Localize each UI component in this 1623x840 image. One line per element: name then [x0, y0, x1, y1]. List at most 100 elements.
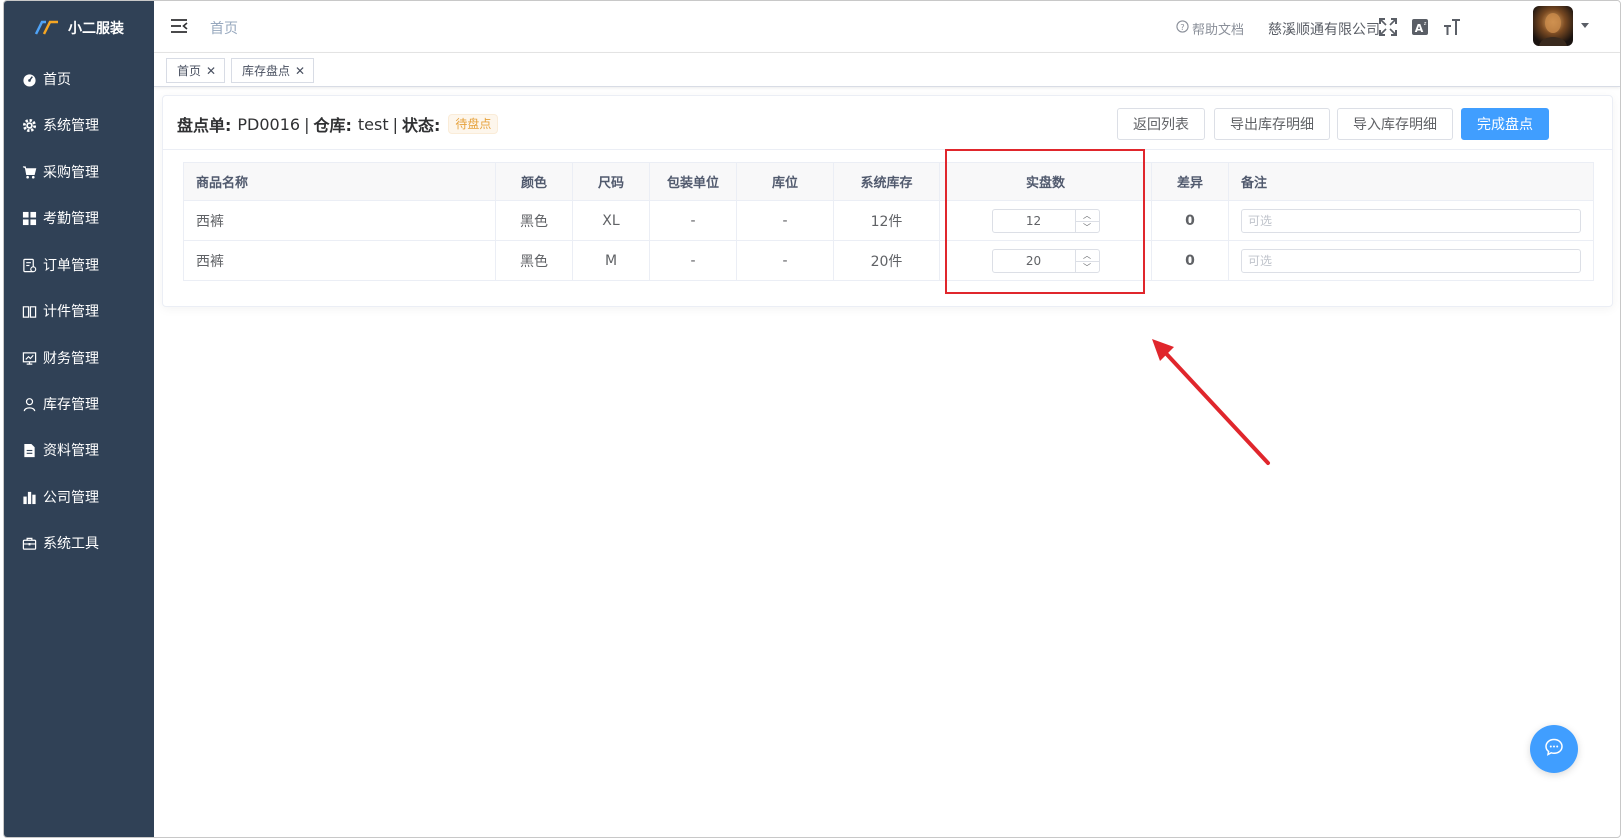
- font-size-icon[interactable]: [1442, 17, 1462, 37]
- inventory-check-card: 盘点单: PD0016 | 仓库: test | 状态: 待盘点 返回列表 导出…: [162, 95, 1613, 307]
- tag-home[interactable]: 首页 ✕: [166, 58, 226, 83]
- sidebar-item-company[interactable]: 公司管理: [4, 473, 154, 521]
- sidebar-item-label: 系统管理: [43, 118, 99, 134]
- top-navbar: 首页 ? 帮助文档 慈溪顺通有限公司 Az: [154, 1, 1620, 53]
- divider: |: [392, 114, 399, 134]
- sidebar-item-attendance[interactable]: 考勤管理: [4, 194, 154, 242]
- logo: 小二服装: [4, 1, 154, 55]
- sidebar-item-home[interactable]: 首页: [4, 55, 154, 103]
- sidebar-item-tools[interactable]: 系统工具: [4, 519, 154, 567]
- sidebar-item-purchase[interactable]: 采购管理: [4, 148, 154, 196]
- card-header: 盘点单: PD0016 | 仓库: test | 状态: 待盘点 返回列表 导出…: [163, 96, 1612, 150]
- sidebar-item-piecework[interactable]: 计件管理: [4, 287, 154, 335]
- difference-cell: 0: [1151, 200, 1229, 241]
- sidebar-item-label: 财务管理: [43, 351, 99, 367]
- column-header: 商品名称: [183, 162, 496, 201]
- app-window: 小二服装 首页 系统管理 采购管理 考勤管理 订单管理 计件管理 财务管理 库存…: [3, 0, 1621, 838]
- column-header: 尺码: [572, 162, 650, 201]
- sidebar-item-label: 考勤管理: [43, 211, 99, 227]
- size-cell: M: [572, 240, 650, 281]
- difference-cell: 0: [1151, 240, 1229, 281]
- column-header: 颜色: [495, 162, 573, 201]
- column-header: 库位: [736, 162, 834, 201]
- document-icon: [21, 442, 37, 458]
- status-label: 状态:: [402, 116, 441, 135]
- user-menu-caret-icon[interactable]: [1581, 23, 1589, 28]
- sidebar-item-finance[interactable]: 财务管理: [4, 334, 154, 382]
- divider: |: [304, 114, 310, 134]
- order-icon: [21, 257, 37, 273]
- breadcrumb[interactable]: 首页: [210, 18, 238, 38]
- sidebar-item-label: 计件管理: [43, 304, 99, 320]
- user-avatar[interactable]: [1533, 6, 1573, 46]
- gear-icon: [21, 117, 37, 133]
- table-header-row: 商品名称 颜色 尺码 包装单位 库位 系统库存 实盘数 差异 备注: [183, 162, 1594, 201]
- tags-view: 首页 ✕ 库存盘点 ✕: [154, 53, 1620, 87]
- help-docs-link[interactable]: ? 帮助文档: [1176, 19, 1244, 38]
- question-circle-icon: ?: [1176, 20, 1189, 37]
- sidebar-item-label: 系统工具: [43, 536, 99, 552]
- column-header: 系统库存: [833, 162, 940, 201]
- book-icon: [21, 303, 37, 319]
- help-docs-label: 帮助文档: [1192, 23, 1245, 38]
- close-icon[interactable]: ✕: [206, 64, 216, 78]
- svg-text:?: ?: [1180, 22, 1184, 32]
- sidebar: 小二服装 首页 系统管理 采购管理 考勤管理 订单管理 计件管理 财务管理 库存…: [4, 1, 154, 837]
- chat-button[interactable]: [1530, 725, 1578, 773]
- sidebar-item-label: 库存管理: [43, 397, 99, 413]
- color-cell: 黑色: [495, 240, 573, 281]
- sidebar-item-label: 订单管理: [43, 258, 99, 274]
- dashboard-icon: [21, 71, 37, 87]
- sidebar-toggle-icon[interactable]: [170, 17, 188, 35]
- import-stock-detail-button[interactable]: 导入库存明细: [1337, 108, 1453, 140]
- complete-check-button[interactable]: 完成盘点: [1461, 108, 1549, 140]
- sidebar-item-data[interactable]: 资料管理: [4, 426, 154, 474]
- back-to-list-button[interactable]: 返回列表: [1117, 108, 1205, 140]
- sidebar-item-label: 采购管理: [43, 165, 99, 181]
- sidebar-item-label: 公司管理: [43, 490, 99, 506]
- toolbox-icon: [21, 535, 37, 551]
- size-cell: XL: [572, 200, 650, 241]
- inventory-check-table: 商品名称 颜色 尺码 包装单位 库位 系统库存 实盘数 差异 备注 西裤 黑色 …: [183, 162, 1594, 281]
- column-header: 备注: [1228, 162, 1594, 201]
- logo-icon: [34, 20, 60, 36]
- export-stock-detail-button[interactable]: 导出库存明细: [1214, 108, 1330, 140]
- remark-cell: [1228, 240, 1594, 281]
- user-icon: [21, 396, 37, 412]
- system-stock-cell: 20件: [833, 240, 940, 281]
- column-header: 包装单位: [649, 162, 737, 201]
- svg-text:z: z: [1424, 21, 1427, 27]
- close-icon[interactable]: ✕: [295, 64, 305, 78]
- sidebar-item-label: 首页: [43, 72, 71, 88]
- tag-label: 首页: [177, 64, 202, 78]
- system-stock-cell: 12件: [833, 200, 940, 241]
- chat-bubble-icon: [1544, 737, 1564, 761]
- order-title: 盘点单: PD0016 | 仓库: test | 状态: 待盘点: [177, 112, 499, 136]
- sidebar-item-orders[interactable]: 订单管理: [4, 241, 154, 289]
- remark-input[interactable]: [1241, 248, 1581, 273]
- remark-cell: [1228, 200, 1594, 241]
- annotation-highlight-box: [945, 149, 1145, 294]
- status-badge: 待盘点: [448, 114, 499, 134]
- product-name-cell: 西裤: [183, 200, 496, 241]
- bar-chart-icon: [21, 489, 37, 505]
- fullscreen-icon[interactable]: [1378, 17, 1398, 37]
- chart-monitor-icon: [21, 350, 37, 366]
- company-name: 慈溪顺通有限公司: [1268, 22, 1380, 38]
- tag-inventory-check[interactable]: 库存盘点 ✕: [231, 58, 315, 83]
- annotation-arrow-icon: [1152, 339, 1270, 465]
- product-name-cell: 西裤: [183, 240, 496, 281]
- location-cell: -: [736, 200, 834, 241]
- translate-icon[interactable]: Az: [1410, 17, 1430, 37]
- sidebar-item-label: 资料管理: [43, 443, 99, 459]
- sidebar-item-system[interactable]: 系统管理: [4, 101, 154, 149]
- sidebar-item-inventory[interactable]: 库存管理: [4, 380, 154, 428]
- warehouse-label: 仓库:: [313, 116, 352, 135]
- location-cell: -: [736, 240, 834, 281]
- remark-input[interactable]: [1241, 208, 1581, 233]
- app-name: 小二服装: [68, 21, 124, 37]
- order-no-label: 盘点单:: [177, 116, 232, 135]
- table-row: 西裤 黑色 XL - - 12件 12 ︿ ﹀ 0 可选: [183, 200, 1594, 241]
- unit-cell: -: [649, 200, 737, 241]
- table-row: 西裤 黑色 M - - 20件 20 ︿ ﹀ 0 可选: [183, 240, 1594, 281]
